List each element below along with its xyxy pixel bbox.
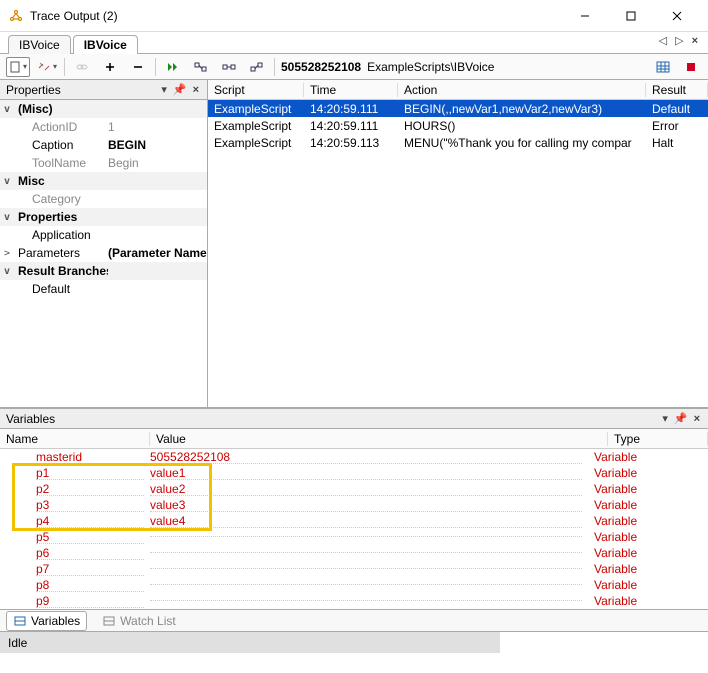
prop-row-actionid[interactable]: ActionID1 [0,118,207,136]
tab-next-icon[interactable]: ▷ [673,34,685,47]
panel-menu-icon[interactable]: ▾ [660,412,670,425]
top-tab-row: IBVoice IBVoice ◁ ▷ × [0,32,708,54]
table-row[interactable]: ExampleScript 14:20:59.111 BEGIN(,,newVa… [208,100,708,117]
vcol-name[interactable]: Name [0,432,150,446]
trace-table: Script Time Action Result ExampleScript … [208,80,708,407]
remove-button[interactable] [127,57,149,77]
variables-grid: Name Value Type masterid505528252108Vari… [0,429,708,609]
breadcrumb-path: ExampleScripts\IBVoice [367,60,494,74]
pin-icon[interactable]: 📌 [173,83,187,96]
prop-cat-result[interactable]: vResult Branches [0,262,207,280]
var-row[interactable]: p5Variable [0,529,708,545]
bottom-tab-watch[interactable]: Watch List [95,611,183,631]
variables-grid-header: Name Value Type [0,429,708,449]
grid-button[interactable] [652,57,674,77]
bottom-tab-row: Variables Watch List [0,609,708,631]
separator [274,58,275,76]
panel-close-icon[interactable]: × [692,413,702,425]
col-script[interactable]: Script [208,83,304,97]
status-text: Idle [0,632,500,653]
variables-title: Variables [6,412,55,426]
tab-ibvoice-1[interactable]: IBVoice [8,35,71,54]
watch-tab-icon [102,614,116,628]
var-row[interactable]: p9Variable [0,593,708,609]
var-row[interactable]: p1value1Variable [0,465,708,481]
prop-row-category[interactable]: Category [0,190,207,208]
tab-prev-icon[interactable]: ◁ [657,34,669,47]
properties-grid: v(Misc) ActionID1 CaptionBEGIN ToolNameB… [0,100,207,407]
variables-header: Variables ▾ 📌 × [0,409,708,429]
properties-header: Properties ▾ 📌 × [0,80,207,100]
step-out-button[interactable] [246,57,268,77]
titlebar: Trace Output (2) [0,0,708,32]
breadcrumb-id: 505528252108 [281,60,361,74]
trace-table-header: Script Time Action Result [208,80,708,100]
vcol-type[interactable]: Type [608,432,708,446]
window-title: Trace Output (2) [30,9,562,23]
var-row[interactable]: masterid505528252108Variable [0,449,708,465]
panel-close-icon[interactable]: × [191,84,201,96]
new-doc-button[interactable] [6,57,30,77]
tab-ibvoice-2[interactable]: IBVoice [73,35,138,54]
add-button[interactable] [99,57,121,77]
app-icon [8,8,24,24]
pin-icon[interactable]: 📌 [674,412,688,425]
maximize-button[interactable] [608,1,654,31]
run-button[interactable] [162,57,184,77]
var-row[interactable]: p3value3Variable [0,497,708,513]
prop-cat-misc-paren[interactable]: v(Misc) [0,100,207,118]
prop-cat-properties[interactable]: vProperties [0,208,207,226]
var-row[interactable]: p7Variable [0,561,708,577]
close-button[interactable] [654,1,700,31]
prop-row-toolname[interactable]: ToolNameBegin [0,154,207,172]
prop-row-caption[interactable]: CaptionBEGIN [0,136,207,154]
properties-title: Properties [6,83,61,97]
breadcrumb: 505528252108 ExampleScripts\IBVoice [281,60,646,74]
separator [155,58,156,76]
var-row[interactable]: p4value4Variable [0,513,708,529]
table-row[interactable]: ExampleScript 14:20:59.111 HOURS() Error [208,117,708,134]
tab-close-icon[interactable]: × [690,35,700,47]
col-action[interactable]: Action [398,83,646,97]
var-row[interactable]: p8Variable [0,577,708,593]
toolstrip: 505528252108 ExampleScripts\IBVoice [0,54,708,80]
panel-menu-icon[interactable]: ▾ [159,83,169,96]
vcol-value[interactable]: Value [150,432,608,446]
record-button[interactable] [680,57,702,77]
variables-tab-icon [13,614,27,628]
status-bar: Idle [0,631,708,653]
minimize-button[interactable] [562,1,608,31]
table-row[interactable]: ExampleScript 14:20:59.113 MENU("%Thank … [208,134,708,151]
link-button[interactable] [71,57,93,77]
step-into-button[interactable] [190,57,212,77]
var-row[interactable]: p2value2Variable [0,481,708,497]
col-result[interactable]: Result [646,83,708,97]
tab-nav: ◁ ▷ × [657,34,700,47]
tools-button[interactable] [36,57,58,77]
prop-row-default[interactable]: Default [0,280,207,298]
col-time[interactable]: Time [304,83,398,97]
prop-cat-misc[interactable]: vMisc [0,172,207,190]
prop-row-application[interactable]: Application [0,226,207,244]
prop-row-parameters[interactable]: >Parameters(Parameter Name [0,244,207,262]
bottom-tab-variables[interactable]: Variables [6,611,87,631]
var-row[interactable]: p6Variable [0,545,708,561]
separator [64,58,65,76]
step-over-button[interactable] [218,57,240,77]
